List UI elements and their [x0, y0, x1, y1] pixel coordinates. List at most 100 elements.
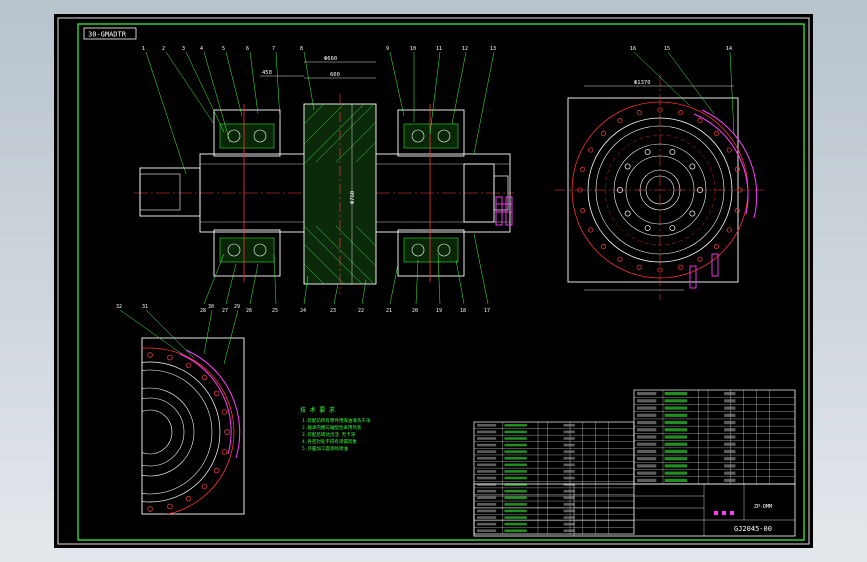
bolt-hole	[201, 374, 208, 381]
drawing-canvas[interactable]: 30-GMADTR 450 Ф660 600 Ф760 1 2 3 4 5 6 …	[54, 14, 813, 548]
bolt-hole	[71, 430, 76, 435]
bom-cell	[563, 476, 575, 480]
bom-cell	[664, 399, 688, 403]
bom-cell	[637, 449, 657, 454]
bolt-hole	[714, 130, 720, 136]
callout-number: 13	[490, 46, 496, 52]
bom-cell	[637, 420, 657, 425]
bom-cell	[637, 428, 657, 432]
bom-cell	[637, 406, 657, 410]
bolt-hole	[201, 483, 208, 490]
bom-cell	[637, 435, 657, 439]
bolt-hole	[644, 149, 651, 155]
bom-cell	[504, 456, 527, 460]
bom-cell	[504, 529, 527, 532]
dim-4: Ф760	[350, 191, 356, 204]
bolt-hole	[109, 496, 114, 501]
bom-cell	[637, 442, 657, 446]
bolt-hole	[81, 391, 86, 396]
bom-cell	[664, 449, 688, 454]
bom-cell	[637, 478, 657, 482]
bom-cell	[563, 509, 575, 513]
section-view: 450 Ф660 600 Ф760 1 2 3 4 5 6 7 8 9 10 1…	[134, 46, 514, 314]
callout-number: 16	[630, 46, 636, 52]
bolt-hole	[580, 166, 586, 172]
bom-cell	[477, 437, 497, 440]
bom-cell	[563, 516, 575, 519]
note-line: 3.装配后转动灵活 无卡滞	[302, 431, 356, 438]
bolt-hole	[93, 375, 98, 380]
bolt-hole	[580, 208, 586, 214]
bolt-hole	[678, 264, 684, 270]
note-line: 2.轴承内圈与轴配合采用热装	[302, 424, 362, 431]
bolt-hole	[588, 227, 594, 233]
bolt-hole	[734, 166, 740, 172]
bolt-hole	[128, 504, 133, 509]
callout-number: 12	[462, 46, 468, 52]
bom-cell	[504, 522, 527, 526]
callout-number: 31	[142, 304, 148, 310]
callout-number: 5	[222, 46, 225, 52]
callout-number: 7	[272, 46, 275, 52]
bom-cell	[477, 522, 497, 526]
bolt-hole	[636, 264, 642, 270]
bom-cell	[724, 464, 736, 468]
bolt-hole	[73, 410, 78, 415]
bolt-hole	[185, 362, 192, 369]
bom-cell	[477, 476, 497, 480]
bom-cell	[477, 503, 497, 506]
dim-1: 450	[262, 70, 272, 76]
bom-cell	[477, 496, 497, 500]
bolt-hole	[714, 244, 720, 250]
bolt-hole	[644, 225, 651, 231]
callout-number: 24	[300, 308, 306, 314]
bom-cell	[504, 516, 527, 519]
bolt-hole	[213, 467, 220, 474]
callout-number: 9	[386, 46, 389, 52]
bolt-hole	[93, 484, 98, 489]
callout-number: 27	[222, 308, 228, 314]
bom-cell	[724, 471, 736, 475]
bolt-hole	[213, 390, 220, 397]
bom-cell	[563, 470, 575, 473]
bolt-hole	[678, 110, 684, 116]
bolt-hole	[81, 468, 86, 473]
bom-cell	[477, 430, 497, 434]
bom-cell	[504, 496, 527, 500]
drawing-number: GJ2045-00	[734, 525, 772, 533]
note-line: 4.各密封处不得有渗漏现象	[302, 438, 357, 445]
bom-cell	[504, 470, 527, 473]
bom-cell	[563, 503, 575, 506]
bolt-hole	[147, 352, 153, 358]
bom-cell	[504, 443, 527, 447]
bom-cell	[563, 450, 575, 453]
end-view: Ф1370 16 15 14	[554, 46, 764, 300]
bolt-hole	[689, 163, 696, 170]
bom-cell	[724, 478, 736, 482]
callout-number: 19	[436, 308, 442, 314]
callout-number: 14	[726, 46, 732, 52]
bom-cell	[637, 471, 657, 475]
callout-number: 18	[460, 308, 466, 314]
note-line: 5.外露加工面涂防锈油	[302, 445, 348, 452]
bom-cell	[477, 456, 497, 460]
callout-number: 8	[300, 46, 303, 52]
bom-cell	[637, 413, 657, 417]
callout-number: 30	[208, 304, 214, 310]
bolt-hole	[624, 163, 631, 170]
bom-cell	[724, 457, 736, 461]
bom-cell	[504, 476, 527, 480]
bom-cell	[664, 392, 688, 396]
bom-cell	[664, 457, 688, 461]
bom-cell	[477, 443, 497, 447]
bolt-hole	[167, 354, 173, 361]
bolt-hole	[697, 118, 703, 124]
bom-cell	[664, 478, 688, 482]
bom-cell	[477, 529, 497, 532]
bom-cell	[563, 529, 575, 532]
bom-cell	[724, 399, 736, 403]
bom-cell	[477, 516, 497, 519]
bom-cell	[664, 406, 688, 410]
bom-cell	[637, 399, 657, 403]
callout-number: 22	[358, 308, 364, 314]
